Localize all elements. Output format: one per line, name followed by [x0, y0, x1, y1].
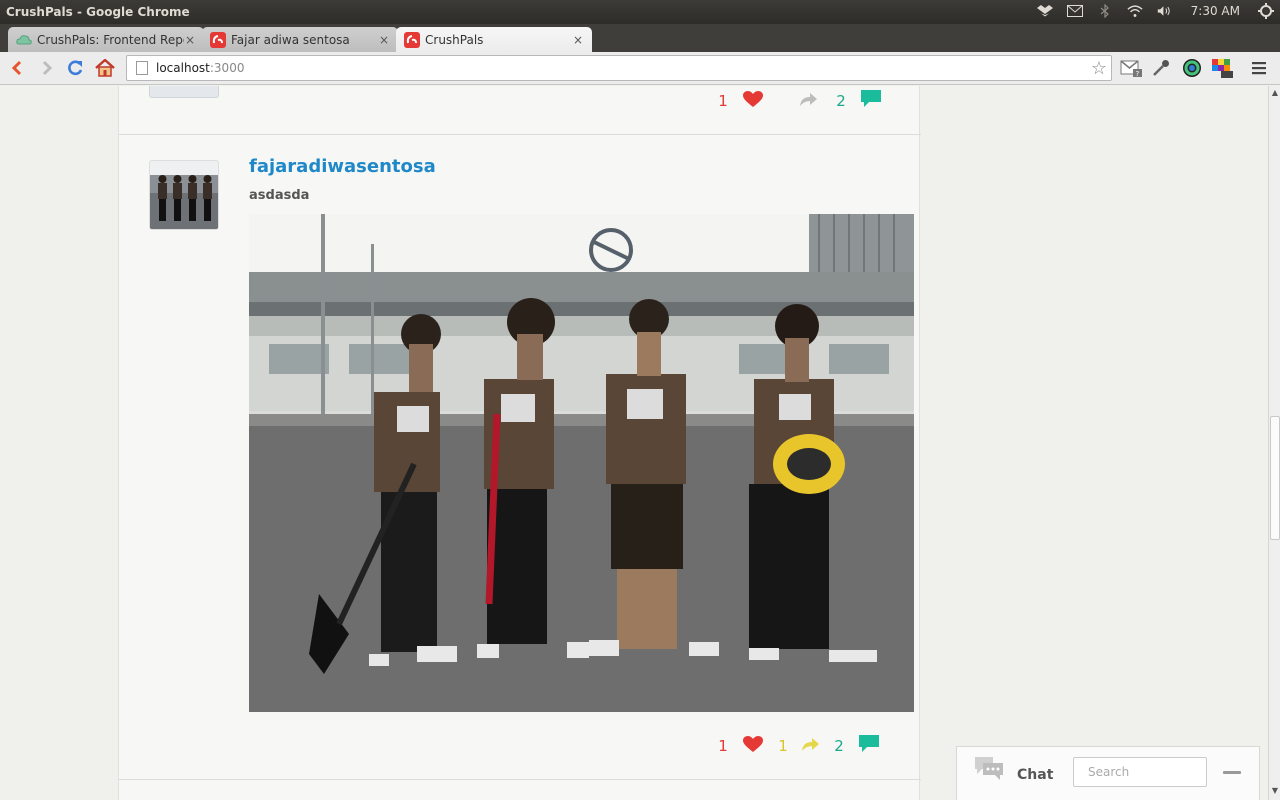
avatar[interactable] [149, 160, 219, 230]
palette-extension-icon[interactable] [1211, 58, 1233, 78]
crushpals-favicon-icon [404, 31, 420, 48]
bookmark-star-icon[interactable]: ☆ [1091, 58, 1107, 79]
post-text: asdasda [249, 188, 310, 203]
comment-icon[interactable] [860, 89, 882, 113]
tab-label: CrushPals: Frontend Repo [37, 32, 184, 47]
color-wheel-extension-icon[interactable] [1181, 58, 1203, 78]
post-divider [119, 134, 921, 135]
forward-button[interactable] [36, 57, 58, 79]
share-icon[interactable] [798, 91, 818, 111]
tab-crushpals-frontend-repo[interactable]: CrushPals: Frontend Repo × [8, 27, 204, 52]
tab-label: Fajar adiwa sentosa [231, 32, 350, 47]
crushpals-favicon-icon [210, 31, 226, 48]
heart-icon[interactable] [742, 735, 764, 757]
bluetooth-icon[interactable] [1097, 3, 1113, 19]
reload-button[interactable] [64, 57, 86, 79]
heart-icon[interactable] [742, 90, 764, 112]
tab-close-icon[interactable]: × [378, 33, 390, 47]
home-icon [95, 59, 115, 77]
mail-icon[interactable] [1066, 3, 1083, 19]
page-scrollbar[interactable]: ▲ ▼ [1268, 86, 1280, 800]
like-count: 1 [718, 737, 728, 755]
tab-crushpals[interactable]: CrushPals × [396, 27, 592, 52]
wifi-icon[interactable] [1127, 3, 1143, 19]
gmail-checker-extension-icon[interactable]: ? [1120, 58, 1142, 78]
url-port: :3000 [209, 61, 245, 75]
reload-icon [68, 60, 83, 76]
power-icon[interactable] [1258, 3, 1274, 19]
scroll-down-arrow-icon[interactable]: ▼ [1270, 786, 1280, 798]
back-button[interactable] [6, 57, 28, 79]
post-actions: 1 1 2 [716, 734, 880, 758]
forward-arrow-icon [42, 60, 53, 76]
chat-minimize-button[interactable] [1223, 771, 1241, 774]
chat-widget: Chat [956, 746, 1260, 800]
os-top-bar: CrushPals - Google Chrome 7:30 AM [0, 0, 1280, 24]
page-icon [136, 61, 148, 75]
tab-close-icon[interactable]: × [572, 33, 584, 47]
chrome-menu-icon[interactable] [1248, 58, 1270, 78]
post-divider [119, 779, 921, 780]
scroll-up-arrow-icon[interactable]: ▲ [1270, 88, 1280, 100]
comment-count: 2 [834, 737, 844, 755]
eyedropper-extension-icon[interactable] [1150, 58, 1172, 78]
clock[interactable]: 7:30 AM [1191, 4, 1240, 18]
chat-bubbles-icon [973, 755, 1005, 785]
like-count: 1 [718, 92, 728, 110]
tab-fajar-adiwa-sentosa[interactable]: Fajar adiwa sentosa × [202, 27, 398, 52]
browser-toolbar: localhost:3000 ☆ ? [0, 52, 1280, 85]
post-photo[interactable] [249, 214, 914, 712]
comment-count: 2 [836, 92, 846, 110]
page-content: 1 2 fajaradiwasentosa asdasda 1 1 2 [0, 86, 1268, 800]
url-host: localhost [156, 61, 210, 75]
chat-search-input[interactable] [1073, 757, 1207, 787]
post-username-link[interactable]: fajaradiwasentosa [249, 156, 436, 177]
previous-post-avatar[interactable] [149, 86, 219, 98]
tab-label: CrushPals [425, 32, 484, 47]
scrollbar-thumb[interactable] [1270, 416, 1280, 540]
tab-strip: CrushPals: Frontend Repo × Fajar adiwa s… [0, 24, 1280, 70]
post-feed: 1 2 fajaradiwasentosa asdasda 1 1 2 [118, 86, 921, 800]
share-count: 1 [778, 737, 788, 755]
previous-post-actions: 1 2 [716, 89, 882, 113]
chat-title[interactable]: Chat [1017, 767, 1053, 783]
back-arrow-icon [11, 60, 22, 76]
volume-icon[interactable] [1157, 3, 1173, 19]
system-tray: 7:30 AM [1036, 3, 1274, 19]
comment-icon[interactable] [858, 734, 880, 758]
svg-text:?: ? [1136, 70, 1140, 77]
dropbox-icon[interactable] [1036, 3, 1053, 19]
tab-close-icon[interactable]: × [184, 33, 196, 47]
cloud-favicon-icon [16, 34, 32, 44]
address-bar[interactable]: localhost:3000 ☆ [126, 55, 1112, 81]
share-icon[interactable] [800, 736, 820, 756]
home-button[interactable] [94, 57, 116, 79]
window-title: CrushPals - Google Chrome [6, 5, 190, 19]
